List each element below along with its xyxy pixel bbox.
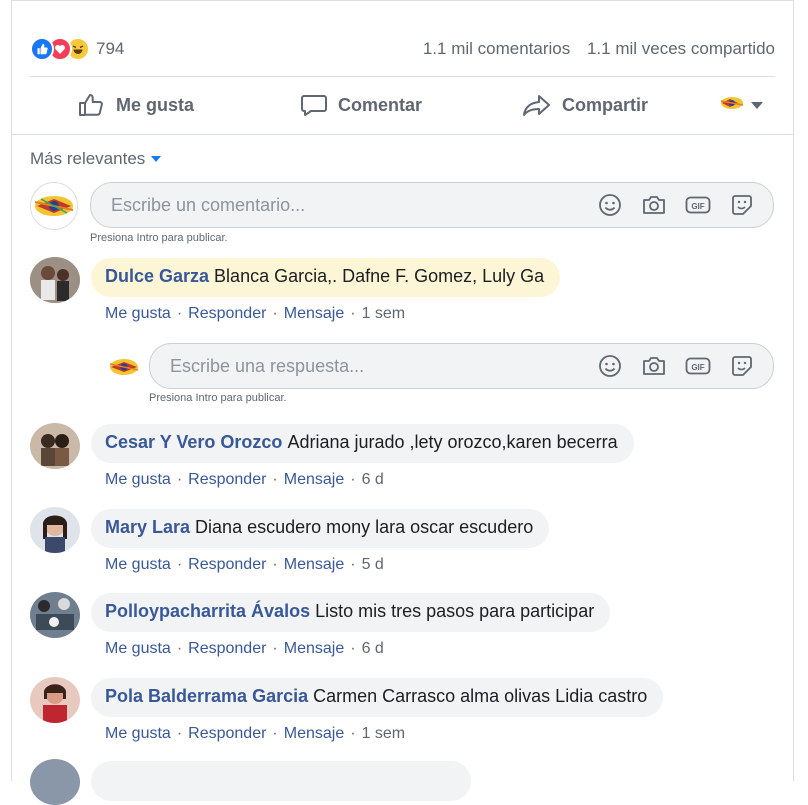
comment-meta: Me gusta · Responder · Mensaje · 5 d [105, 556, 384, 573]
like-icon [30, 37, 54, 61]
comment-text: Carmen Carrasco alma olivas Lidia castro [313, 686, 648, 706]
comment-message-link[interactable]: Mensaje [284, 556, 344, 573]
comment-meta: Me gusta · Responder · Mensaje · 1 sem [105, 305, 406, 322]
comment-like-link[interactable]: Me gusta [105, 471, 171, 488]
sort-label: Más relevantes [30, 149, 146, 168]
comment-bubble: Polloypacharrita Ávalos Listo mis tres pa… [91, 593, 611, 632]
reactions-summary[interactable]: 794 [30, 37, 124, 61]
commenter-avatar[interactable] [30, 507, 80, 553]
thumbs-up-icon [79, 94, 103, 116]
comment-like-link[interactable]: Me gusta [105, 725, 171, 742]
commenter-name[interactable]: Cesar Y Vero Orozco [105, 432, 282, 452]
post-stats: 1.1 mil comentarios 1.1 mil veces compar… [423, 39, 775, 59]
gif-icon[interactable]: GIF [685, 353, 711, 379]
commenter-avatar[interactable] [30, 677, 80, 723]
camera-icon[interactable] [641, 192, 667, 218]
comment-item: Cesar Y Vero Orozco Adriana jurado ,lety … [91, 424, 634, 489]
comment-item: Dulce Garza Blanca Garcia,. Dafne F. Gome… [91, 258, 561, 323]
comment-timestamp[interactable]: 6 d [362, 471, 384, 488]
svg-text:GIF: GIF [691, 363, 704, 372]
comment-meta: Me gusta · Responder · Mensaje · 1 sem [105, 725, 406, 742]
comment-like-link[interactable]: Me gusta [105, 640, 171, 657]
comment-sort-dropdown[interactable]: Más relevantes [30, 149, 162, 169]
comment-timestamp[interactable]: 1 sem [362, 305, 406, 322]
camera-icon[interactable] [641, 353, 667, 379]
commenter-name[interactable]: Pola Balderrama Garcia [105, 686, 308, 706]
commenter-name[interactable]: Dulce Garza [105, 266, 209, 286]
comment-timestamp[interactable]: 6 d [362, 640, 384, 657]
sticker-icon[interactable] [729, 192, 755, 218]
comment-reply-link[interactable]: Responder [188, 471, 266, 488]
comment-like-link[interactable]: Me gusta [105, 556, 171, 573]
reply-input-box: GIF [149, 343, 774, 389]
commenter-name[interactable]: Polloypacharrita Ávalos [105, 601, 310, 621]
comment-item: Pola Balderrama Garcia Carmen Carrasco al… [91, 678, 664, 743]
chevron-down-icon [751, 101, 763, 109]
comment-input-box: GIF [90, 182, 774, 228]
comment-label: Comentar [338, 94, 423, 115]
divider [12, 134, 793, 135]
comments-count-link[interactable]: 1.1 mil comentarios [423, 39, 570, 58]
comment-item: Mary Lara Diana escudero mony lara oscar … [91, 509, 550, 574]
comment-bubble: Pola Balderrama Garcia Carmen Carrasco al… [91, 678, 664, 717]
comment-like-link[interactable]: Me gusta [105, 305, 171, 322]
reply-user-avatar[interactable] [108, 353, 140, 381]
comment-timestamp[interactable]: 5 d [362, 556, 384, 573]
comment-reply-link[interactable]: Responder [188, 725, 266, 742]
post-as-selector[interactable] [719, 93, 763, 118]
comment-message-link[interactable]: Mensaje [284, 471, 344, 488]
divider [30, 76, 775, 77]
share-label: Compartir [562, 94, 649, 115]
comment-item: Polloypacharrita Ávalos Listo mis tres pa… [91, 593, 611, 658]
comment-text: Blanca Garcia,. Dafne F. Gomez, Luly Ga [214, 266, 545, 286]
sticker-icon[interactable] [729, 353, 755, 379]
emoji-icon[interactable] [597, 192, 623, 218]
comment-message-link[interactable]: Mensaje [284, 640, 344, 657]
shares-count-link[interactable]: 1.1 mil veces compartido [587, 39, 775, 58]
current-user-avatar[interactable] [30, 182, 78, 230]
comment-message-link[interactable]: Mensaje [284, 725, 344, 742]
commenter-avatar[interactable] [30, 759, 80, 805]
comment-text: Adriana jurado ,lety orozco,karen becerr… [287, 432, 618, 452]
comment-bubble: Mary Lara Diana escudero mony lara oscar … [91, 509, 550, 548]
reply-input[interactable] [150, 354, 579, 378]
commenter-name[interactable]: Mary Lara [105, 517, 190, 537]
comment-timestamp[interactable]: 1 sem [362, 725, 406, 742]
emoji-icon[interactable] [597, 353, 623, 379]
like-button[interactable]: Me gusta [78, 93, 194, 117]
comment-meta: Me gusta · Responder · Mensaje · 6 d [105, 640, 384, 657]
comment-bubble [91, 761, 471, 801]
comment-message-link[interactable]: Mensaje [284, 305, 344, 322]
commenter-avatar[interactable] [30, 257, 80, 303]
reaction-count: 794 [96, 39, 125, 58]
like-label: Me gusta [116, 94, 195, 115]
reply-hint: Presiona Intro para publicar. [149, 392, 287, 404]
share-button[interactable]: Compartir [522, 93, 648, 117]
page-avatar-icon [719, 93, 745, 118]
comment-input[interactable] [91, 193, 579, 217]
caret-down-icon [151, 156, 162, 162]
comment-reply-link[interactable]: Responder [188, 556, 266, 573]
composer-hint: Presiona Intro para publicar. [90, 232, 228, 244]
share-arrow-icon [523, 95, 550, 116]
comment-reply-link[interactable]: Responder [188, 305, 266, 322]
comment-text: Diana escudero mony lara oscar escudero [195, 517, 534, 537]
commenter-avatar[interactable] [30, 592, 80, 638]
comment-bubble: Cesar Y Vero Orozco Adriana jurado ,lety … [91, 424, 634, 463]
post-card: 794 1.1 mil comentarios 1.1 mil veces co… [11, 0, 794, 805]
speech-bubble-icon [301, 95, 327, 116]
commenter-avatar[interactable] [30, 423, 80, 469]
comment-bubble: Dulce Garza Blanca Garcia,. Dafne F. Gome… [91, 258, 561, 297]
comment-reply-link[interactable]: Responder [188, 640, 266, 657]
comment-button[interactable]: Comentar [300, 93, 422, 117]
comment-meta: Me gusta · Responder · Mensaje · 6 d [105, 471, 384, 488]
post-action-bar: Me gusta Comentar Compartir [30, 85, 775, 125]
comment-text: Listo mis tres pasos para participar [315, 601, 595, 621]
svg-text:GIF: GIF [691, 202, 704, 211]
gif-icon[interactable]: GIF [685, 192, 711, 218]
